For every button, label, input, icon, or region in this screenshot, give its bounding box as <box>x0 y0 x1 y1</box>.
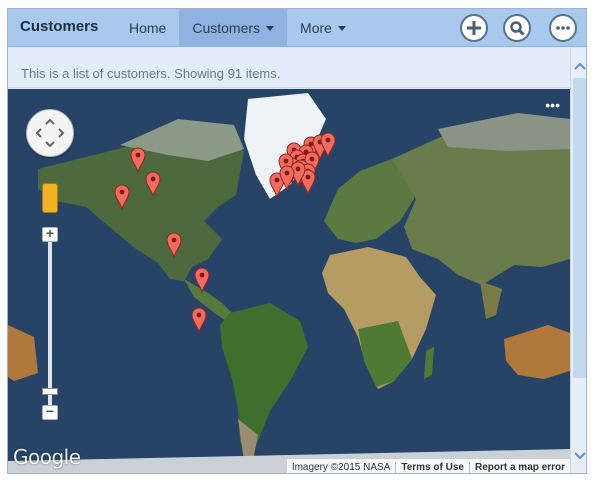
top-bar: Customers Home Customers More <box>8 9 586 47</box>
map-options-icon[interactable]: ••• <box>545 97 560 113</box>
pan-control[interactable] <box>26 109 74 157</box>
scroll-up-icon[interactable] <box>574 62 586 70</box>
plus-icon: + <box>45 225 55 241</box>
map-marker[interactable] <box>114 184 130 211</box>
search-button[interactable] <box>503 14 531 42</box>
nav-customers[interactable]: Customers <box>179 9 288 47</box>
nav-customers-label: Customers <box>192 20 261 36</box>
info-strip: This is a list of customers. Showing 91 … <box>8 48 570 88</box>
imagery-credit: Imagery ©2015 NASA <box>291 461 391 473</box>
customer-map[interactable]: + − ••• Google Imagery ©2015 NASA Terms … <box>8 89 570 473</box>
chevron-down-icon <box>337 26 346 31</box>
scroll-down-icon[interactable] <box>574 452 586 460</box>
minus-icon: − <box>45 403 55 419</box>
app-title[interactable]: Customers <box>20 18 98 35</box>
nav-home[interactable]: Home <box>116 9 179 47</box>
vertical-scrollbar[interactable] <box>570 48 586 473</box>
info-text: This is a list of customers. Showing 91 … <box>21 66 281 81</box>
map-marker[interactable] <box>145 171 161 198</box>
more-actions-button[interactable] <box>549 14 577 42</box>
chevron-down-icon <box>266 26 275 31</box>
map-marker[interactable] <box>194 267 210 294</box>
map-marker[interactable] <box>130 147 146 175</box>
terms-link[interactable]: Terms of Use <box>395 461 469 473</box>
zoom-out-button[interactable]: − <box>42 403 58 420</box>
map-marker[interactable] <box>166 232 182 260</box>
zoom-slider-track[interactable] <box>48 242 52 405</box>
nav-more[interactable]: More <box>287 9 359 47</box>
pan-arrows-icon <box>35 118 65 148</box>
add-button[interactable] <box>460 14 488 42</box>
map-attribution: Imagery ©2015 NASA Terms of Use Report a… <box>286 459 570 473</box>
zoom-slider-handle[interactable] <box>42 388 58 395</box>
add-icon <box>467 21 481 35</box>
map-marker[interactable] <box>191 307 207 335</box>
google-logo: Google <box>13 445 81 469</box>
scrollbar-thumb[interactable] <box>573 78 586 378</box>
map-marker[interactable] <box>279 165 295 192</box>
more-icon <box>556 26 570 30</box>
nav-home-label: Home <box>129 20 167 36</box>
zoom-in-button[interactable]: + <box>42 225 58 242</box>
main-nav: Home Customers More <box>116 9 359 47</box>
app-window: Customers Home Customers More This is a … <box>7 8 587 474</box>
report-error-link[interactable]: Report a map error <box>468 461 570 473</box>
search-icon <box>510 21 525 36</box>
street-view-pegman-icon[interactable] <box>42 183 58 213</box>
map-marker[interactable] <box>320 132 336 159</box>
nav-more-label: More <box>300 20 332 36</box>
